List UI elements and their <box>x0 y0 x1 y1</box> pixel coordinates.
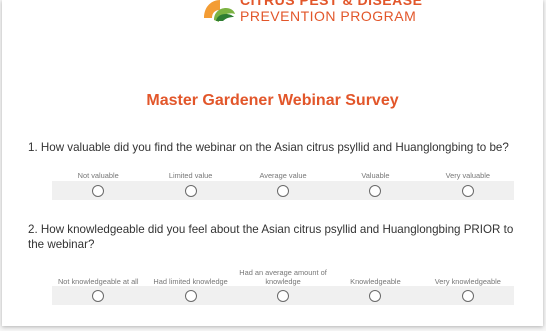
q2-radio-average-knowledge[interactable] <box>277 289 290 302</box>
q1-radio-limited-value[interactable] <box>184 184 197 197</box>
question-2-radio-row <box>52 286 514 305</box>
q1-option-label: Limited value <box>168 171 213 180</box>
q1-option-label: Valuable <box>361 171 390 180</box>
q1-radio-very-valuable[interactable] <box>461 184 474 197</box>
q1-radio-average-value[interactable] <box>277 184 290 197</box>
q2-option-label: Very knowledgeable <box>434 277 501 286</box>
q2-option-label: Knowledgeable <box>350 277 401 286</box>
q1-option-label: Very valuable <box>445 171 491 180</box>
q2-radio-knowledgeable[interactable] <box>369 289 382 302</box>
q1-radio-not-valuable[interactable] <box>92 184 105 197</box>
question-2-text: 2. How knowledgeable did you feel about … <box>28 223 514 251</box>
program-logo: CITRUS PEST & DISEASE PREVENTION PROGRAM <box>202 0 422 46</box>
q2-radio-very-knowledgeable[interactable] <box>461 289 474 302</box>
q2-radio-not-knowledgeable[interactable] <box>92 289 105 302</box>
survey-card: CITRUS PEST & DISEASE PREVENTION PROGRAM… <box>2 0 543 326</box>
q2-option-label: Had an average amount of knowledge <box>239 268 327 286</box>
q2-radio-limited-knowledge[interactable] <box>184 289 197 302</box>
q2-option-label: Not knowledgeable at all <box>57 277 139 286</box>
q2-option-label: Had limited knowledge <box>153 277 228 286</box>
logo-title-line1: CITRUS PEST & DISEASE <box>240 0 423 8</box>
q1-option-label: Not valuable <box>77 171 119 180</box>
question-2-scale-labels: Not knowledgeable at all Had limited kno… <box>52 266 514 286</box>
logo-title-line2: PREVENTION PROGRAM <box>240 8 417 24</box>
question-1-text: 1. How valuable did you find the webinar… <box>28 141 509 154</box>
question-1-scale-labels: Not valuable Limited value Average value… <box>52 170 514 180</box>
survey-title: Master Gardener Webinar Survey <box>146 92 399 109</box>
question-1-radio-row <box>52 181 514 200</box>
q1-option-label: Average value <box>259 171 307 180</box>
citrus-leaf-logo-icon <box>202 0 236 34</box>
q1-radio-valuable[interactable] <box>369 184 382 197</box>
